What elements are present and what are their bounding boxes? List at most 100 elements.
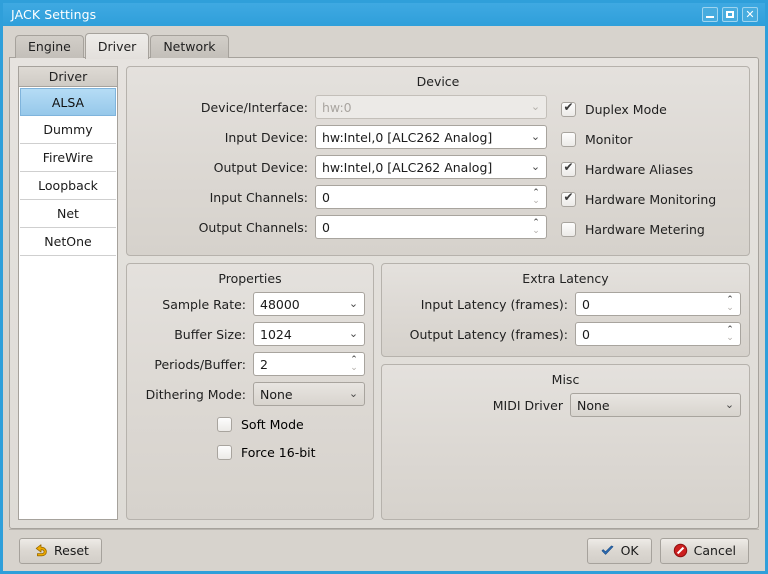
settings-column: Device Device/Interface: hw:0 ⌄ Input De… xyxy=(126,66,750,520)
tab-engine[interactable]: Engine xyxy=(15,35,84,58)
midi-driver-combo[interactable]: None ⌄ xyxy=(570,393,741,417)
output-channels-row: Output Channels: 0 ⌃ ⌄ xyxy=(135,215,547,239)
buffer-size-combo[interactable]: 1024 ⌄ xyxy=(253,322,365,346)
checkmark-icon xyxy=(600,543,615,558)
maximize-button[interactable] xyxy=(722,7,738,22)
driver-item-alsa[interactable]: ALSA xyxy=(20,88,116,116)
tab-bar: Engine Driver Network xyxy=(9,32,759,59)
reset-button-label: Reset xyxy=(54,543,89,558)
input-latency-value: 0 xyxy=(582,296,590,312)
checkbox-icon xyxy=(561,221,576,237)
output-latency-row: Output Latency (frames): 0 ⌃ ⌄ xyxy=(390,322,741,346)
checkbox-hardware-monitoring-label: Hardware Monitoring xyxy=(585,191,717,207)
checkbox-soft-mode[interactable]: Soft Mode xyxy=(135,412,365,436)
minimize-button[interactable] xyxy=(702,7,718,22)
output-device-combo[interactable]: hw:Intel,0 [ALC262 Analog] ⌄ xyxy=(315,155,547,179)
midi-driver-row: MIDI Driver None ⌄ xyxy=(390,393,741,417)
titlebar: JACK Settings ✕ xyxy=(3,3,765,26)
client-area: Engine Driver Network Driver ALSA Dummy … xyxy=(3,26,765,571)
driver-list[interactable]: ALSA Dummy FireWire Loopback Net NetOne xyxy=(18,87,118,520)
input-channels-value: 0 xyxy=(322,189,330,205)
reset-button[interactable]: Reset xyxy=(19,537,102,564)
properties-column: Properties Sample Rate: 48000 ⌄ Buffer S… xyxy=(126,263,374,520)
driver-item-firewire[interactable]: FireWire xyxy=(20,144,116,172)
close-button[interactable]: ✕ xyxy=(742,7,758,22)
checkbox-duplex-mode-label: Duplex Mode xyxy=(585,101,667,117)
checkbox-hardware-aliases[interactable]: Hardware Aliases xyxy=(561,157,741,181)
cancel-button[interactable]: Cancel xyxy=(659,537,749,564)
sample-rate-value: 48000 xyxy=(260,296,300,312)
dithering-mode-value: None xyxy=(260,386,293,402)
periods-buffer-stepper[interactable]: 2 ⌃ ⌄ xyxy=(253,352,365,376)
input-device-row: Input Device: hw:Intel,0 [ALC262 Analog]… xyxy=(135,125,547,149)
input-channels-label: Input Channels: xyxy=(209,189,308,205)
device-interface-value: hw:0 xyxy=(322,99,352,115)
tab-network[interactable]: Network xyxy=(150,35,229,58)
driver-item-dummy[interactable]: Dummy xyxy=(20,116,116,144)
output-channels-label: Output Channels: xyxy=(198,219,308,235)
input-device-combo[interactable]: hw:Intel,0 [ALC262 Analog] ⌄ xyxy=(315,125,547,149)
device-interface-row: Device/Interface: hw:0 ⌄ xyxy=(135,95,547,119)
dithering-mode-row: Dithering Mode: None ⌄ xyxy=(135,382,365,406)
driver-list-header: Driver xyxy=(18,66,118,87)
chevron-down-icon: ⌄ xyxy=(724,398,735,411)
stepper-arrows-icon[interactable]: ⌃ ⌄ xyxy=(346,356,362,373)
chevron-down-icon: ⌄ xyxy=(348,297,359,310)
checkbox-hardware-metering[interactable]: Hardware Metering xyxy=(561,217,741,241)
driver-item-loopback[interactable]: Loopback xyxy=(20,172,116,200)
tab-driver[interactable]: Driver xyxy=(84,33,150,59)
stepper-arrows-icon[interactable]: ⌃ ⌄ xyxy=(528,189,544,206)
buffer-size-label: Buffer Size: xyxy=(174,326,246,342)
output-device-label: Output Device: xyxy=(213,159,308,175)
periods-buffer-value: 2 xyxy=(260,356,268,372)
stepper-arrows-icon[interactable]: ⌃ ⌄ xyxy=(722,296,738,313)
output-device-row: Output Device: hw:Intel,0 [ALC262 Analog… xyxy=(135,155,547,179)
checkbox-hardware-aliases-label: Hardware Aliases xyxy=(585,161,694,177)
input-channels-stepper[interactable]: 0 ⌃ ⌄ xyxy=(315,185,547,209)
output-latency-stepper[interactable]: 0 ⌃ ⌄ xyxy=(575,322,741,346)
input-device-value: hw:Intel,0 [ALC262 Analog] xyxy=(322,129,493,145)
stepper-arrows-icon[interactable]: ⌃ ⌄ xyxy=(528,219,544,236)
device-fields: Device/Interface: hw:0 ⌄ Input Device: h… xyxy=(135,95,547,247)
checkbox-monitor[interactable]: Monitor xyxy=(561,127,741,151)
extra-latency-group-title: Extra Latency xyxy=(522,271,609,286)
extra-latency-group: Extra Latency Input Latency (frames): 0 … xyxy=(381,263,750,357)
misc-group-title: Misc xyxy=(551,372,580,387)
checkbox-force-16bit[interactable]: Force 16-bit xyxy=(135,440,365,464)
checkbox-monitor-label: Monitor xyxy=(585,131,633,147)
chevron-down-icon: ⌄ xyxy=(530,160,541,173)
cancel-circle-icon xyxy=(673,543,688,558)
device-checkboxes: Duplex Mode Monitor Hardware Aliases xyxy=(561,95,741,247)
ok-button[interactable]: OK xyxy=(586,537,652,564)
dithering-mode-label: Dithering Mode: xyxy=(145,386,246,402)
chevron-down-icon: ⌄ xyxy=(530,130,541,143)
output-channels-value: 0 xyxy=(322,219,330,235)
buffer-size-row: Buffer Size: 1024 ⌄ xyxy=(135,322,365,346)
stepper-arrows-icon[interactable]: ⌃ ⌄ xyxy=(722,326,738,343)
driver-item-netone[interactable]: NetOne xyxy=(20,228,116,256)
jack-settings-window: JACK Settings ✕ Engine Driver Network Dr… xyxy=(0,0,768,574)
sample-rate-combo[interactable]: 48000 ⌄ xyxy=(253,292,365,316)
close-icon: ✕ xyxy=(745,8,755,21)
device-interface-label: Device/Interface: xyxy=(200,99,308,115)
input-latency-row: Input Latency (frames): 0 ⌃ ⌄ xyxy=(390,292,741,316)
undo-arrow-icon xyxy=(32,543,48,559)
output-channels-stepper[interactable]: 0 ⌃ ⌄ xyxy=(315,215,547,239)
midi-driver-label: MIDI Driver xyxy=(492,397,563,413)
dithering-mode-combo[interactable]: None ⌄ xyxy=(253,382,365,406)
driver-item-net[interactable]: Net xyxy=(20,200,116,228)
driver-pane: Driver ALSA Dummy FireWire Loopback Net … xyxy=(18,66,118,520)
properties-group-title: Properties xyxy=(218,271,282,286)
dialog-button-bar: Reset OK Cancel xyxy=(9,529,759,571)
checkbox-force-16bit-label: Force 16-bit xyxy=(241,444,316,460)
periods-buffer-row: Periods/Buffer: 2 ⌃ ⌄ xyxy=(135,352,365,376)
checkbox-icon xyxy=(217,416,232,432)
sample-rate-row: Sample Rate: 48000 ⌄ xyxy=(135,292,365,316)
checkbox-duplex-mode[interactable]: Duplex Mode xyxy=(561,97,741,121)
chevron-down-icon: ⌄ xyxy=(348,387,359,400)
input-latency-stepper[interactable]: 0 ⌃ ⌄ xyxy=(575,292,741,316)
device-group: Device Device/Interface: hw:0 ⌄ Input De… xyxy=(126,66,750,256)
device-interface-combo[interactable]: hw:0 ⌄ xyxy=(315,95,547,119)
chevron-down-icon: ⌄ xyxy=(530,100,541,113)
checkbox-hardware-monitoring[interactable]: Hardware Monitoring xyxy=(561,187,741,211)
